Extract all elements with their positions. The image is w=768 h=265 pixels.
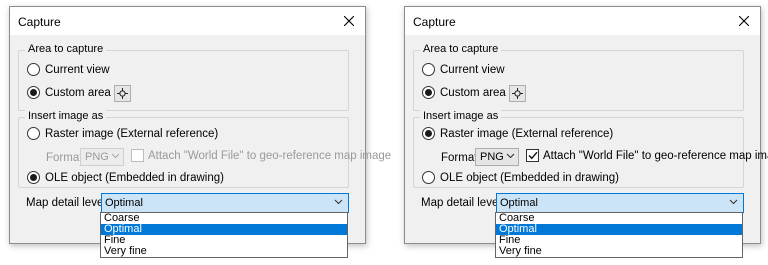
radio-button[interactable] [27, 171, 40, 184]
area-to-capture-group: Area to capture Current view Custom area [413, 43, 744, 111]
map-detail-value: Optimal [500, 197, 538, 209]
radio-label: Raster image (External reference) [45, 127, 219, 140]
radio-label: Current view [440, 63, 505, 76]
radio-label: Current view [45, 63, 110, 76]
chevron-down-icon [111, 153, 120, 159]
title-bar: Capture [405, 7, 760, 35]
chevron-down-icon [506, 153, 515, 159]
pick-area-button[interactable] [114, 85, 131, 102]
radio-button[interactable] [27, 127, 40, 140]
dropdown-option[interactable]: Optimal [101, 224, 347, 235]
format-select[interactable]: PNG [475, 148, 519, 166]
group-legend: Insert image as [25, 110, 107, 122]
group-legend: Area to capture [420, 43, 502, 55]
radio-label: Custom area [45, 86, 111, 99]
custom-area-radio[interactable]: Custom area [422, 86, 506, 99]
radio-button[interactable] [27, 63, 40, 76]
raster-image-radio[interactable]: Raster image (External reference) [27, 127, 218, 140]
radio-button[interactable] [422, 63, 435, 76]
dialog-title: Capture [413, 15, 456, 29]
chevron-down-icon [334, 199, 343, 205]
current-view-radio[interactable]: Current view [422, 63, 505, 76]
map-detail-select[interactable]: Optimal [496, 193, 744, 213]
world-file-checkbox[interactable]: Attach "World File" to geo-reference map… [131, 149, 391, 162]
dropdown-option[interactable]: Very fine [101, 246, 347, 257]
map-detail-value: Optimal [105, 197, 143, 209]
checkmark-icon [528, 151, 538, 160]
dropdown-option[interactable]: Very fine [496, 246, 742, 257]
crosshair-icon [117, 88, 128, 99]
insert-image-group: Insert image as Raster image (External r… [18, 110, 391, 188]
format-select[interactable]: PNG [80, 148, 124, 166]
ole-object-radio[interactable]: OLE object (Embedded in drawing) [27, 171, 224, 184]
format-value: PNG [85, 151, 109, 163]
capture-dialog: Capture Area to capture Current view Cus… [9, 6, 391, 244]
chevron-down-icon [729, 199, 738, 205]
radio-label: Custom area [440, 86, 506, 99]
radio-label: Raster image (External reference) [440, 127, 614, 140]
checkbox-label: Attach "World File" to geo-reference map… [148, 149, 392, 162]
group-legend: Area to capture [25, 43, 107, 55]
close-button[interactable] [333, 7, 365, 35]
radio-button[interactable] [422, 127, 435, 140]
map-detail-label: Map detail level [26, 197, 106, 209]
map-detail-dropdown-list: Coarse Optimal Fine Very fine [100, 212, 348, 258]
dialog-title: Capture [18, 15, 61, 29]
checkbox-box[interactable] [131, 149, 144, 162]
radio-button[interactable] [27, 86, 40, 99]
map-detail-select[interactable]: Optimal [101, 193, 349, 213]
radio-label: OLE object (Embedded in drawing) [45, 171, 224, 184]
insert-image-group: Insert image as Raster image (External r… [413, 110, 768, 188]
dropdown-option[interactable]: Optimal [496, 224, 742, 235]
current-view-radio[interactable]: Current view [27, 63, 110, 76]
map-detail-dropdown-list: Coarse Optimal Fine Very fine [495, 212, 743, 258]
crosshair-icon [512, 88, 523, 99]
title-bar: Capture [10, 7, 365, 35]
radio-label: OLE object (Embedded in drawing) [440, 171, 619, 184]
world-file-checkbox[interactable]: Attach "World File" to geo-reference map… [526, 149, 768, 162]
close-button[interactable] [728, 7, 760, 35]
area-to-capture-group: Area to capture Current view Custom area [18, 43, 349, 111]
custom-area-radio[interactable]: Custom area [27, 86, 111, 99]
pick-area-button[interactable] [509, 85, 526, 102]
capture-dialog: Capture Area to capture Current view Cus… [404, 6, 768, 244]
format-label: Format [441, 152, 478, 164]
raster-image-radio[interactable]: Raster image (External reference) [422, 127, 613, 140]
ole-object-radio[interactable]: OLE object (Embedded in drawing) [422, 171, 619, 184]
close-icon [344, 16, 354, 26]
group-legend: Insert image as [420, 110, 502, 122]
radio-button[interactable] [422, 171, 435, 184]
radio-button[interactable] [422, 86, 435, 99]
checkbox-label: Attach "World File" to geo-reference map… [543, 149, 768, 162]
format-value: PNG [480, 151, 504, 163]
format-label: Format [46, 152, 83, 164]
checkbox-box[interactable] [526, 149, 539, 162]
close-icon [739, 16, 749, 26]
map-detail-label: Map detail level [421, 197, 501, 209]
